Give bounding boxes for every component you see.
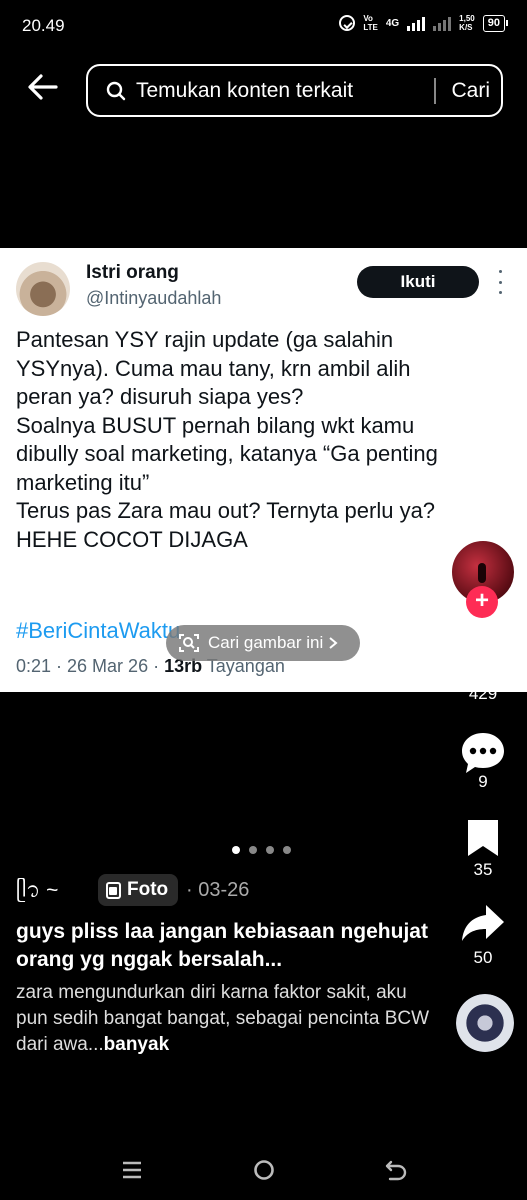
signal-2-icon xyxy=(433,15,452,31)
dnd-icon xyxy=(339,15,356,31)
photo-icon xyxy=(106,881,121,899)
share-icon[interactable] xyxy=(458,902,508,944)
search-input[interactable] xyxy=(136,78,426,103)
status-bar: 20.49 Vo LTE 4G 1,50 K/S 90 xyxy=(0,0,527,52)
search-image-label: Cari gambar ini xyxy=(208,633,324,652)
back-arrow-icon xyxy=(28,74,58,100)
save-count: 35 xyxy=(473,860,493,879)
carousel-dot xyxy=(249,846,257,854)
music-disc[interactable] xyxy=(456,994,514,1052)
post-follow-button: Ikuti xyxy=(357,266,479,298)
chevron-right-icon xyxy=(329,637,338,649)
follow-creator-button[interactable]: + xyxy=(466,586,498,618)
search-divider xyxy=(434,77,436,104)
network-type: 4G xyxy=(385,17,400,29)
lens-icon xyxy=(179,634,199,652)
photo-badge: Foto xyxy=(98,874,179,906)
bookmark-icon[interactable] xyxy=(458,818,508,858)
search-icon xyxy=(106,81,126,100)
carousel-dot xyxy=(283,846,291,854)
status-time: 20.49 xyxy=(22,16,65,35)
search-image-button[interactable]: Cari gambar ini xyxy=(166,625,360,661)
like-count: 429 xyxy=(468,684,498,703)
home-icon[interactable] xyxy=(252,1158,276,1182)
signal-icon xyxy=(407,15,426,31)
caption-username[interactable]: ᥫ᭡ ~ xyxy=(16,876,58,913)
author-avatar xyxy=(16,262,70,316)
back-button[interactable] xyxy=(26,70,66,110)
more-icon xyxy=(494,270,506,294)
comment-icon[interactable] xyxy=(458,730,508,776)
volte-indicator: Vo LTE xyxy=(363,14,378,32)
system-nav-bar xyxy=(0,1140,527,1200)
post-hashtag: #BeriCintaWaktu xyxy=(16,618,181,643)
carousel-dot xyxy=(232,846,240,854)
carousel-dot xyxy=(266,846,274,854)
carousel-indicator xyxy=(232,846,291,854)
caption-date: · 03-26 xyxy=(186,879,250,901)
author-name: Istri orang xyxy=(86,262,179,283)
share-count: 50 xyxy=(473,948,493,967)
back-icon[interactable] xyxy=(384,1158,408,1182)
caption-title: guys pliss laa jangan kebiasaan ngehujat… xyxy=(16,920,428,971)
heart-icon[interactable] xyxy=(458,640,510,688)
author-handle: @Intinyaudahlah xyxy=(86,288,222,308)
post-text: Pantesan YSY rajin update (ga salahin YS… xyxy=(16,327,438,552)
net-speed: 1,50 K/S xyxy=(459,14,475,32)
battery-icon: 90 xyxy=(482,14,509,32)
status-indicators: Vo LTE 4G 1,50 K/S 90 xyxy=(339,14,509,32)
search-box[interactable]: Cari xyxy=(86,64,503,117)
search-submit-button[interactable]: Cari xyxy=(452,79,491,103)
comment-count: 9 xyxy=(478,772,488,791)
see-more-link[interactable]: banyak xyxy=(104,1034,169,1055)
caption-body[interactable]: zara mengundurkan diri karna faktor saki… xyxy=(16,980,436,1058)
menu-icon[interactable] xyxy=(120,1158,144,1182)
